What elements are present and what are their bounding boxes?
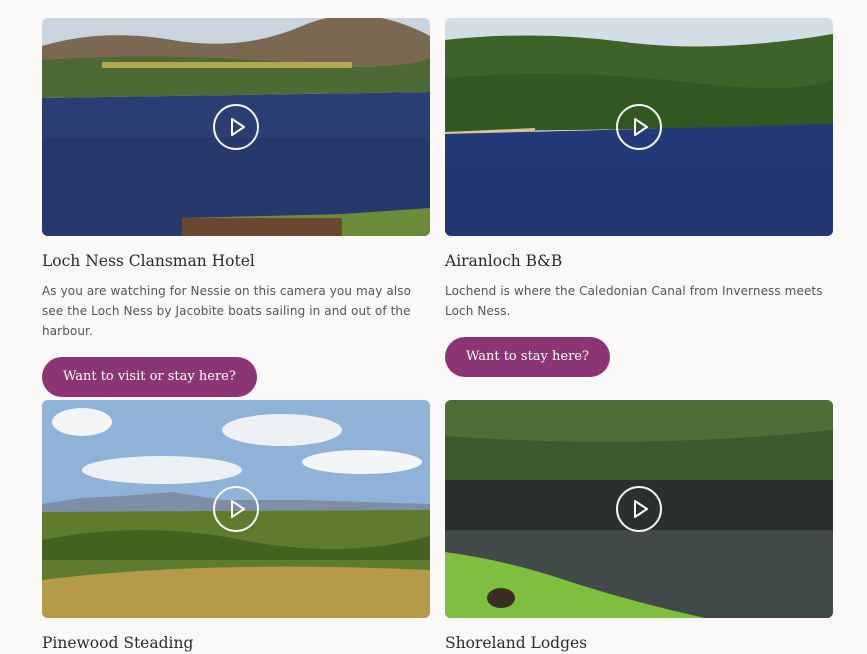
play-icon [231,500,245,518]
webcam-thumbnail[interactable] [445,18,833,236]
webcam-card: Loch Ness Clansman Hotel As you are watc… [42,18,430,397]
stay-here-button[interactable]: Want to stay here? [445,337,610,377]
card-title: Shoreland Lodges [445,634,588,652]
webcam-card: Pinewood Steading [42,400,430,654]
play-icon [231,118,245,136]
webcam-card: Shoreland Lodges [445,400,833,654]
play-icon [634,500,648,518]
play-button[interactable] [616,104,662,150]
card-description: As you are watching for Nessie on this c… [42,284,412,338]
play-button[interactable] [616,486,662,532]
card-description: Lochend is where the Caledonian Canal fr… [445,284,823,318]
card-title: Pinewood Steading [42,634,194,652]
visit-or-stay-button[interactable]: Want to visit or stay here? [42,357,257,397]
webcam-thumbnail[interactable] [445,400,833,618]
card-title: Loch Ness Clansman Hotel [42,252,255,270]
webcam-thumbnail[interactable] [42,400,430,618]
card-title: Airanloch B&B [445,252,563,270]
play-icon [634,118,648,136]
webcam-card: Airanloch B&B Lochend is where the Caled… [445,18,833,377]
play-button[interactable] [213,104,259,150]
play-button[interactable] [213,486,259,532]
webcam-thumbnail[interactable] [42,18,430,236]
